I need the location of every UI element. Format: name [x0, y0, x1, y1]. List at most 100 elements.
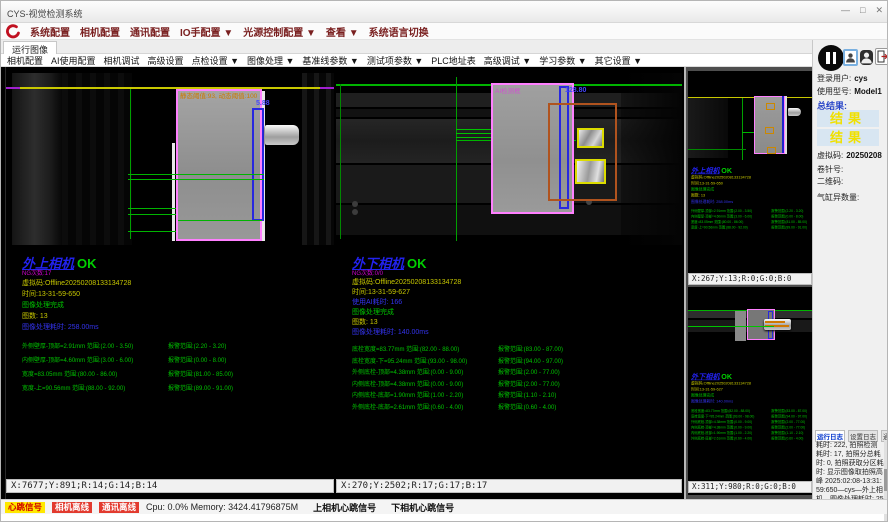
measure-box-blue	[782, 96, 784, 153]
upper-camera-heartbeat: 上相机心跳信号	[313, 501, 376, 514]
main-workspace: 静态阈值:93, 动态阈值:100 5.88 外上相机OK NG次数:17 虚拟…	[1, 67, 812, 499]
measure-line-green	[178, 220, 262, 221]
camera-result-title: 外下相机OK	[352, 257, 662, 271]
thumbnail-view-top[interactable]: 外上相机OK 虚拟码:Offline20250208133134728 时间:1…	[688, 71, 812, 283]
tool-advanced-settings[interactable]: 高级设置	[148, 54, 184, 67]
statusbar: 心跳信号 相机离线 通讯离线 Cpu: 0.0% Memory: 3424.41…	[1, 499, 888, 514]
menu-item-comm-config[interactable]: 通讯配置	[130, 24, 170, 39]
tool-camera-config[interactable]: 相机配置	[7, 54, 43, 67]
elapsed-line: 图像处理耗时: 258.00ms	[22, 322, 332, 333]
barcode-row: 虚拟码:20250208	[817, 150, 882, 161]
frame-count-line: 图数: 13	[22, 311, 332, 322]
machine-band	[12, 73, 62, 245]
tool-image-processing[interactable]: 图像处理 ▼	[247, 54, 294, 67]
tab-run-image[interactable]: 运行图像	[3, 41, 57, 54]
status-ok: OK	[77, 256, 97, 271]
thumbnail-image-bottom	[688, 287, 812, 347]
measurement-list: 底栓宽度=83.77mm 范围:(82.00 - 88.00)报警范围:(83.…	[352, 345, 662, 414]
close-button[interactable]: ✕	[875, 5, 883, 16]
user-manage-button[interactable]	[860, 50, 873, 65]
tabbar: 运行图像	[1, 40, 812, 54]
measure-value-label: 128.80	[565, 87, 586, 94]
measure-value-label: 5.88	[256, 100, 270, 107]
tool-ai-use-config[interactable]: AI使用配置	[51, 54, 96, 67]
tool-plc-address[interactable]: PLC地址表	[431, 54, 476, 67]
barcode-line: 虚拟码:Offline20250208133134728	[22, 278, 332, 289]
elapsed-line: 图像处理耗时: 140.00ms	[352, 328, 662, 338]
measure-line-green	[128, 208, 176, 209]
machine-screw	[352, 201, 358, 207]
tool-baseline-params[interactable]: 基准线参数 ▼	[302, 54, 358, 67]
heartbeat-badge: 心跳信号	[5, 502, 45, 513]
tool-test-params[interactable]: 测试项参数 ▼	[367, 54, 423, 67]
baseline-purple-right	[320, 87, 334, 89]
window-controls: — □ ✕	[841, 5, 883, 16]
result-text-right: 外下相机OK NG次数:0/0 虚拟码:Offline2025020813313…	[352, 257, 662, 414]
ai-elapsed-line: 使用AI耗时: 166	[352, 298, 662, 308]
measurement-list: 外侧壁厚-顶部=2.91mm 范围:(2.00 - 3.50)报警范围:(2.2…	[22, 340, 332, 396]
menu-item-io-config[interactable]: IO手配置 ▼	[180, 24, 233, 39]
menu-item-system-config[interactable]: 系统配置	[30, 24, 70, 39]
menu-item-light-config[interactable]: 光源控制配置 ▼	[243, 24, 316, 39]
ng-count: NG次数:0/0	[352, 271, 662, 278]
thumbnail-column: 外上相机OK 虚拟码:Offline20250208133134728 时间:1…	[684, 67, 812, 499]
measurement-row: 宽度-上=90.56mm 范围:(88.00 - 92.00)报警范围:(89.…	[22, 382, 332, 396]
edge-white	[785, 96, 787, 154]
defect-box-yellow	[577, 128, 604, 148]
thumbnail-view-bottom[interactable]: 外下相机OK 虚拟码:Offline20250208133134728 时间:1…	[688, 287, 812, 495]
camera-image-right[interactable]: AI检测框 128.80	[336, 73, 682, 245]
ai-box-label: AI检测框	[495, 85, 521, 95]
minimize-button[interactable]: —	[841, 5, 850, 16]
result-badge-upper: 结果	[817, 110, 879, 127]
measure-line-green	[456, 137, 491, 138]
cylinder-abnormal-row: 气缸异数量:	[817, 192, 859, 203]
winder-needle-row: 卷针号:	[817, 164, 843, 175]
measure-box-blue	[252, 108, 264, 221]
login-user-row: 登录用户:cys	[817, 73, 868, 84]
pixel-coordinate-readout-right: X:270;Y:2502;R:17;G:17;B:17	[336, 479, 682, 493]
qrcode-row: 二维码:	[817, 176, 843, 187]
exit-button[interactable]	[875, 48, 888, 65]
result-text-left: 外上相机OK NG次数:17 虚拟码:Offline20250208133134…	[22, 257, 332, 396]
tool-spot-check[interactable]: 点检设置 ▼	[192, 54, 239, 67]
tool-other-settings[interactable]: 其它设置 ▼	[595, 54, 642, 67]
measurement-row: 底栓宽度=83.77mm 范围:(82.00 - 88.00)报警范围:(83.…	[352, 345, 662, 357]
measure-line-green	[128, 174, 264, 175]
roi-box-orange	[548, 103, 617, 201]
machine-band	[302, 73, 334, 245]
window-title: CYS-视觉检测系统	[7, 7, 83, 20]
menu-item-view[interactable]: 查看 ▼	[326, 24, 359, 39]
overlay-label-orange	[765, 321, 785, 323]
exit-door-icon	[876, 49, 888, 64]
tool-learning-params[interactable]: 学习参数 ▼	[539, 54, 586, 67]
measurement-row: 底栓宽度-下=95.24mm 范围:(93.00 - 98.00)报警范围:(9…	[352, 357, 662, 369]
camera-image-left[interactable]: 静态阈值:93, 动态阈值:100 5.88	[6, 73, 334, 245]
maximize-button[interactable]: □	[860, 5, 865, 16]
menu-item-camera-config[interactable]: 相机配置	[80, 24, 120, 39]
camera-name: 外下相机	[352, 256, 404, 271]
time-line: 时间:13-31-59-650	[22, 289, 332, 300]
threshold-label: 静态阈值:93, 动态阈值:100	[180, 90, 257, 100]
tool-advanced-debug[interactable]: 高级调试 ▼	[484, 54, 531, 67]
measurement-row: 外侧壁厚-顶部=2.91mm 范围:(2.00 - 3.50)报警范围:(2.2…	[22, 340, 332, 354]
defect-box-orange	[767, 147, 776, 154]
login-user-button[interactable]	[843, 49, 858, 66]
app-logo-icon	[5, 24, 20, 39]
baseline-yellow	[6, 87, 334, 89]
baseline-purple-left	[6, 87, 20, 89]
measurement-row: 内侧底栓-底部=1.90mm 范围:(1.00 - 2.20)报警范围:(1.1…	[352, 391, 662, 403]
measurement-row: 外侧底栓-顶部=4.38mm 范围:(0.00 - 9.00)报警范围:(2.0…	[352, 368, 662, 380]
measure-line-green	[456, 133, 491, 134]
measurement-row: 宽度=83.05mm 范围:(80.00 - 86.00)报警范围:(81.00…	[22, 368, 332, 382]
tool-camera-debug[interactable]: 相机调试	[104, 54, 140, 67]
comm-offline-badge: 通讯离线	[99, 502, 139, 513]
pause-button[interactable]	[818, 45, 844, 71]
pixel-coordinate-readout-thumb-bottom: X:311;Y:980;R:0;G:0;B:0	[688, 481, 812, 493]
measure-line-green	[128, 179, 264, 180]
measurement-row: 外侧底栓-底部=2.61mm 范围:(0.60 - 4.00)报警范围:(0.6…	[352, 403, 662, 415]
measurement-row: 内侧底栓-顶部=4.38mm 范围:(0.00 - 9.00)报警范围:(2.0…	[352, 380, 662, 392]
machine-shade-right	[621, 73, 682, 245]
app-window: CYS-视觉检测系统 — □ ✕ 系统配置 相机配置 通讯配置 IO手配置 ▼ …	[0, 0, 888, 522]
titlebar: CYS-视觉检测系统 — □ ✕	[1, 1, 888, 23]
menu-item-language-switch[interactable]: 系统语言切换	[369, 24, 429, 39]
